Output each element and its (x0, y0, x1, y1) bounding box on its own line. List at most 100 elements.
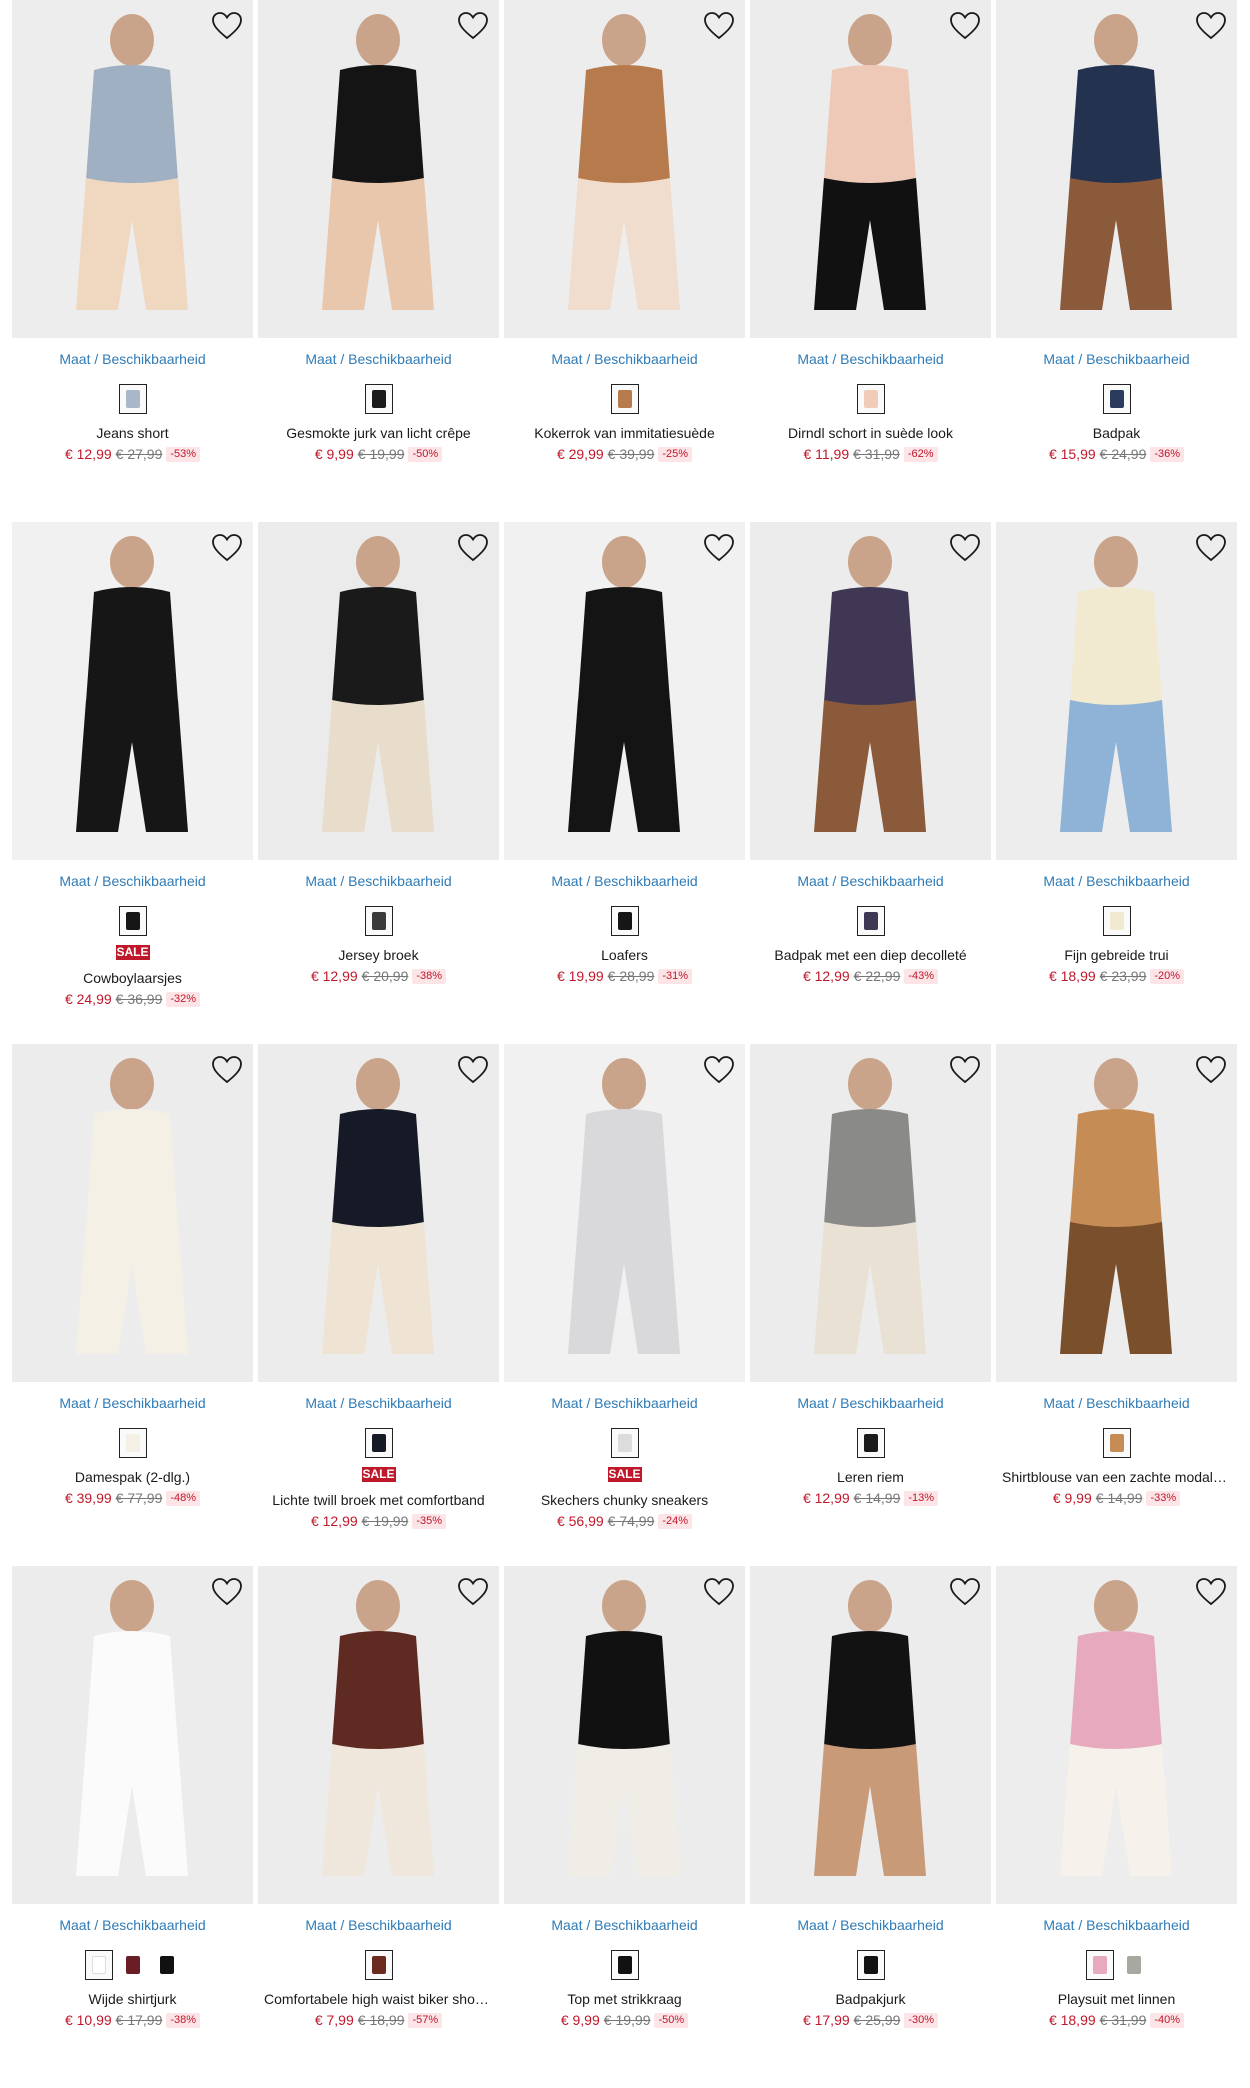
color-swatch[interactable] (856, 384, 885, 414)
product-card-20[interactable]: Maat / Beschikbaarheid Playsuit met linn… (996, 1566, 1237, 2088)
size-availability-link[interactable]: Maat / Beschikbaarheid (750, 872, 991, 890)
product-title[interactable]: Top met strikkraag (504, 1990, 745, 2008)
product-card-10[interactable]: Maat / Beschikbaarheid Fijn gebreide tru… (996, 522, 1237, 1044)
product-image[interactable] (504, 522, 745, 860)
wishlist-heart-icon[interactable] (457, 1055, 489, 1085)
color-swatch[interactable] (364, 384, 393, 414)
product-image[interactable] (258, 0, 499, 338)
product-card-14[interactable]: Maat / Beschikbaarheid Leren riem € 12,9… (750, 1044, 991, 1566)
wishlist-heart-icon[interactable] (703, 1577, 735, 1607)
product-title[interactable]: Dirndl schort in suède look (750, 424, 991, 442)
wishlist-heart-icon[interactable] (949, 1055, 981, 1085)
color-swatch[interactable] (856, 1950, 885, 1980)
color-swatch[interactable] (856, 1428, 885, 1458)
product-title[interactable]: Jersey broek (258, 946, 499, 964)
wishlist-heart-icon[interactable] (211, 11, 243, 41)
size-availability-link[interactable]: Maat / Beschikbaarheid (12, 350, 253, 368)
color-swatch[interactable] (1120, 1950, 1148, 1980)
product-image[interactable] (996, 522, 1237, 860)
product-image[interactable] (750, 522, 991, 860)
wishlist-heart-icon[interactable] (457, 11, 489, 41)
product-title[interactable]: Gesmokte jurk van licht crêpe (258, 424, 499, 442)
wishlist-heart-icon[interactable] (1195, 1577, 1227, 1607)
size-availability-link[interactable]: Maat / Beschikbaarheid (504, 1394, 745, 1412)
color-swatch[interactable] (364, 1950, 393, 1980)
product-title[interactable]: Skechers chunky sneakers (504, 1491, 745, 1509)
product-card-2[interactable]: Maat / Beschikbaarheid Gesmokte jurk van… (258, 0, 499, 522)
product-card-7[interactable]: Maat / Beschikbaarheid Jersey broek € 12… (258, 522, 499, 1044)
product-title[interactable]: Badpak (996, 424, 1237, 442)
size-availability-link[interactable]: Maat / Beschikbaarheid (12, 872, 253, 890)
wishlist-heart-icon[interactable] (703, 1055, 735, 1085)
product-card-12[interactable]: Maat / Beschikbaarheid SALE Lichte twill… (258, 1044, 499, 1566)
wishlist-heart-icon[interactable] (1195, 533, 1227, 563)
size-availability-link[interactable]: Maat / Beschikbaarheid (996, 1394, 1237, 1412)
size-availability-link[interactable]: Maat / Beschikbaarheid (504, 350, 745, 368)
product-image[interactable] (258, 1044, 499, 1382)
wishlist-heart-icon[interactable] (949, 533, 981, 563)
product-card-8[interactable]: Maat / Beschikbaarheid Loafers € 19,99 €… (504, 522, 745, 1044)
color-swatch[interactable] (119, 1950, 147, 1980)
product-image[interactable] (750, 1566, 991, 1904)
product-card-9[interactable]: Maat / Beschikbaarheid Badpak met een di… (750, 522, 991, 1044)
product-image[interactable] (258, 1566, 499, 1904)
wishlist-heart-icon[interactable] (703, 11, 735, 41)
wishlist-heart-icon[interactable] (1195, 11, 1227, 41)
product-image[interactable] (504, 1044, 745, 1382)
size-availability-link[interactable]: Maat / Beschikbaarheid (258, 1916, 499, 1934)
product-title[interactable]: Wijde shirtjurk (12, 1990, 253, 2008)
product-card-4[interactable]: Maat / Beschikbaarheid Dirndl schort in … (750, 0, 991, 522)
product-card-16[interactable]: Maat / Beschikbaarheid Wijde shirtjurk €… (12, 1566, 253, 2088)
product-image[interactable] (12, 0, 253, 338)
product-card-18[interactable]: Maat / Beschikbaarheid Top met strikkraa… (504, 1566, 745, 2088)
product-title[interactable]: Jeans short (12, 424, 253, 442)
product-image[interactable] (504, 0, 745, 338)
product-title[interactable]: Kokerrok van immitatiesuède (504, 424, 745, 442)
color-swatch[interactable] (610, 1428, 639, 1458)
product-image[interactable] (996, 1044, 1237, 1382)
product-card-1[interactable]: Maat / Beschikbaarheid Jeans short € 12,… (12, 0, 253, 522)
size-availability-link[interactable]: Maat / Beschikbaarheid (258, 350, 499, 368)
product-card-6[interactable]: Maat / Beschikbaarheid SALE Cowboylaarsj… (12, 522, 253, 1044)
wishlist-heart-icon[interactable] (457, 533, 489, 563)
color-swatch[interactable] (856, 906, 885, 936)
wishlist-heart-icon[interactable] (211, 533, 243, 563)
product-title[interactable]: Loafers (504, 946, 745, 964)
wishlist-heart-icon[interactable] (703, 533, 735, 563)
color-swatch[interactable] (1102, 906, 1131, 936)
color-swatch[interactable] (118, 1428, 147, 1458)
color-swatch[interactable] (84, 1950, 113, 1980)
product-card-3[interactable]: Maat / Beschikbaarheid Kokerrok van immi… (504, 0, 745, 522)
size-availability-link[interactable]: Maat / Beschikbaarheid (12, 1394, 253, 1412)
color-swatch[interactable] (610, 906, 639, 936)
product-image[interactable] (504, 1566, 745, 1904)
color-swatch[interactable] (364, 1428, 393, 1458)
wishlist-heart-icon[interactable] (949, 11, 981, 41)
size-availability-link[interactable]: Maat / Beschikbaarheid (504, 872, 745, 890)
product-card-15[interactable]: Maat / Beschikbaarheid Shirtblouse van e… (996, 1044, 1237, 1566)
product-card-19[interactable]: Maat / Beschikbaarheid Badpakjurk € 17,9… (750, 1566, 991, 2088)
wishlist-heart-icon[interactable] (1195, 1055, 1227, 1085)
product-card-11[interactable]: Maat / Beschikbaarheid Damespak (2-dlg.)… (12, 1044, 253, 1566)
product-title[interactable]: Playsuit met linnen (996, 1990, 1237, 2008)
product-title[interactable]: Lichte twill broek met comfortband (258, 1491, 499, 1509)
size-availability-link[interactable]: Maat / Beschikbaarheid (750, 1916, 991, 1934)
color-swatch[interactable] (1085, 1950, 1114, 1980)
product-image[interactable] (12, 1566, 253, 1904)
product-card-13[interactable]: Maat / Beschikbaarheid SALE Skechers chu… (504, 1044, 745, 1566)
product-image[interactable] (750, 1044, 991, 1382)
size-availability-link[interactable]: Maat / Beschikbaarheid (12, 1916, 253, 1934)
color-swatch[interactable] (118, 906, 147, 936)
product-card-5[interactable]: Maat / Beschikbaarheid Badpak € 15,99 € … (996, 0, 1237, 522)
color-swatch[interactable] (153, 1950, 181, 1980)
product-image[interactable] (996, 1566, 1237, 1904)
size-availability-link[interactable]: Maat / Beschikbaarheid (504, 1916, 745, 1934)
size-availability-link[interactable]: Maat / Beschikbaarheid (258, 1394, 499, 1412)
color-swatch[interactable] (1102, 1428, 1131, 1458)
product-title[interactable]: Fijn gebreide trui (996, 946, 1237, 964)
wishlist-heart-icon[interactable] (949, 1577, 981, 1607)
product-image[interactable] (996, 0, 1237, 338)
size-availability-link[interactable]: Maat / Beschikbaarheid (996, 350, 1237, 368)
color-swatch[interactable] (118, 384, 147, 414)
wishlist-heart-icon[interactable] (211, 1577, 243, 1607)
